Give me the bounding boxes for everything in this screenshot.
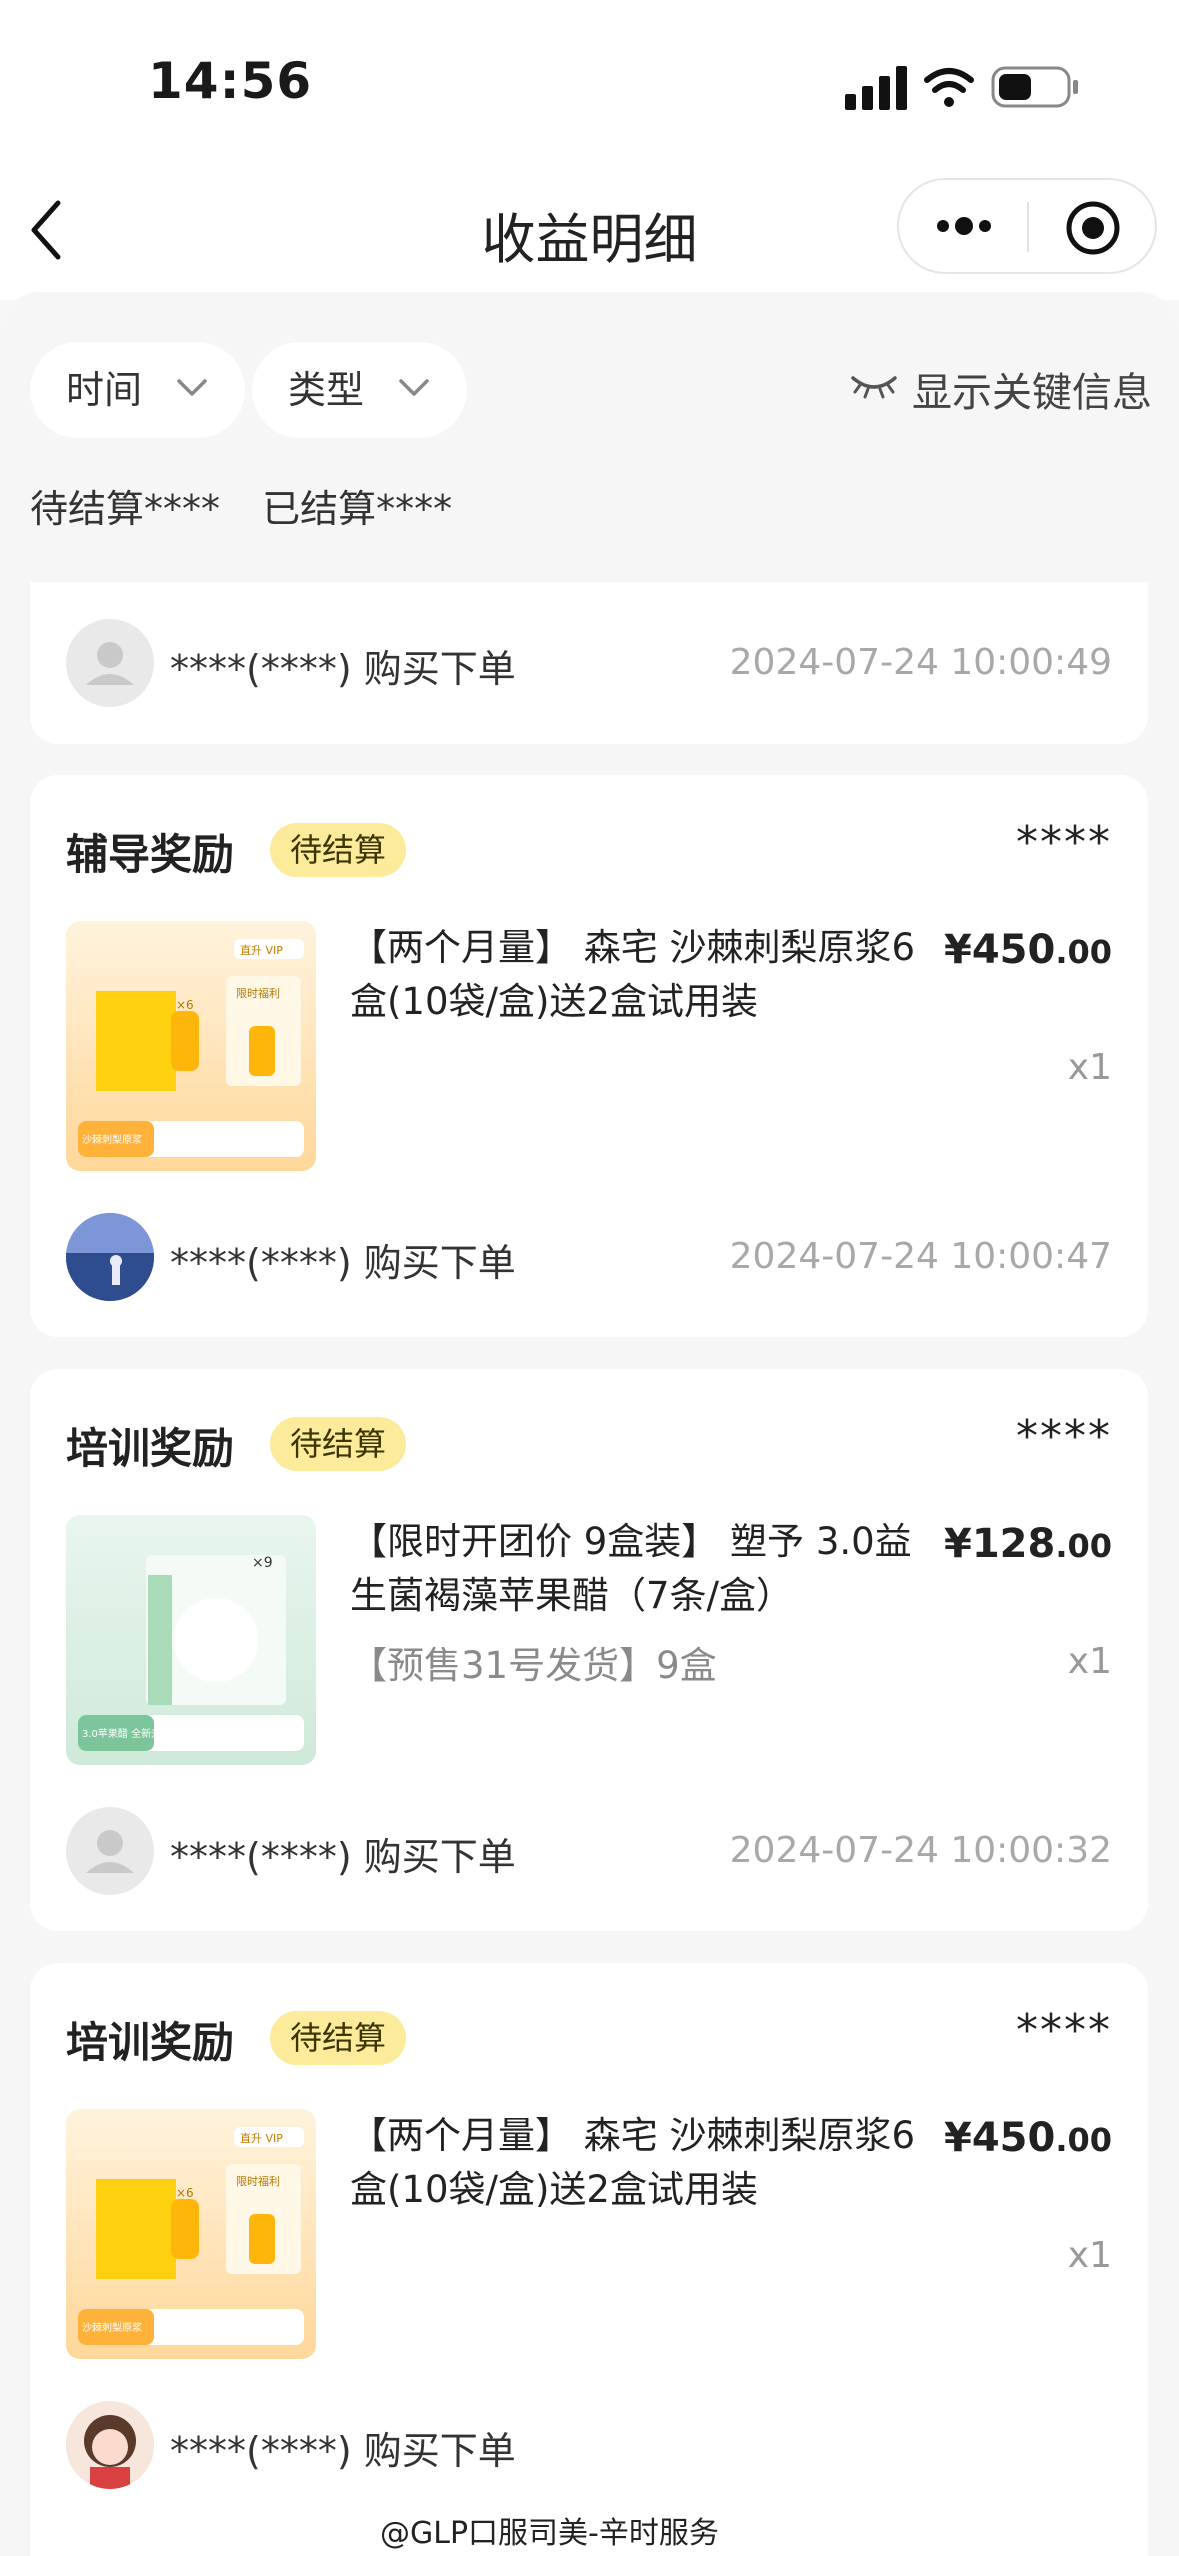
order-time: 2024-07-24 10:00:47 bbox=[729, 1236, 1112, 1277]
close-target-icon[interactable] bbox=[1065, 200, 1121, 256]
product-name: 【限时开团价 9盒装】 塑予 3.0益生菌褐藻苹果醋（7条/盒） bbox=[350, 1520, 912, 1617]
order-time: 2024-07-24 10:00:49 bbox=[729, 642, 1112, 683]
svg-text:×6: ×6 bbox=[176, 2186, 194, 2200]
reward-type: 培训奖励 bbox=[66, 2018, 235, 2067]
wifi-icon bbox=[924, 68, 974, 107]
user-photo bbox=[66, 1213, 154, 1301]
income-record-card[interactable]: ****(****) 购买下单 2024-07-24 10:00:49 bbox=[30, 582, 1148, 744]
type-filter-label: 类型 bbox=[288, 368, 365, 412]
product-image: 直升 VIP ×6 限时福利 沙棘刺梨原浆 bbox=[66, 921, 316, 1171]
svg-text:×6: ×6 bbox=[176, 998, 194, 1012]
buyer-label: ****(****) 购买下单 bbox=[170, 2429, 516, 2473]
status-badge: 待结算 bbox=[270, 2011, 407, 2065]
product-price: ¥450.00 bbox=[943, 2115, 1112, 2161]
svg-text:×9: ×9 bbox=[252, 1555, 273, 1571]
time-filter[interactable]: 时间 bbox=[30, 342, 245, 438]
product-image: 直升 VIP ×6 限时福利 沙棘刺梨原浆 bbox=[66, 2109, 316, 2359]
status-icons bbox=[845, 66, 1078, 110]
default-user-icon bbox=[86, 1830, 134, 1873]
reward-amount: **** bbox=[1016, 2005, 1112, 2056]
svg-text:直升 VIP: 直升 VIP bbox=[240, 943, 283, 957]
watermark: @GLP口服司美-辛时服务 bbox=[380, 2516, 719, 2551]
income-record-card[interactable]: 培训奖励 待结算 **** ×9 3.0苹果醋 全新升级 【限时开团价 9盒装】… bbox=[30, 1369, 1148, 1931]
reward-amount: **** bbox=[1016, 1411, 1112, 1462]
more-icon[interactable] bbox=[933, 208, 995, 244]
product-price: ¥450.00 bbox=[943, 927, 1112, 973]
reward-amount: **** bbox=[1016, 817, 1112, 868]
pending-total: 待结算**** bbox=[30, 487, 221, 531]
mini-program-capsule bbox=[897, 178, 1157, 274]
capsule-divider bbox=[1027, 202, 1029, 252]
buyer-label: ****(****) 购买下单 bbox=[170, 647, 516, 691]
svg-text:直升 VIP: 直升 VIP bbox=[240, 2131, 283, 2145]
svg-text:沙棘刺梨原浆: 沙棘刺梨原浆 bbox=[82, 1133, 142, 1146]
settled-total: 已结算**** bbox=[262, 487, 453, 531]
svg-text:限时福利: 限时福利 bbox=[236, 986, 280, 1000]
product-name: 【两个月量】 森宅 沙棘刺梨原浆6盒(10袋/盒)送2盒试用装 bbox=[350, 926, 916, 1023]
show-key-info-toggle[interactable]: 显示关键信息 bbox=[912, 360, 1152, 418]
status-time: 14:56 bbox=[148, 52, 313, 110]
product-qty: x1 bbox=[1067, 2235, 1112, 2276]
chevron-down-icon bbox=[177, 379, 207, 396]
reward-type: 辅导奖励 bbox=[66, 830, 235, 879]
svg-text:3.0苹果醋 全新升级: 3.0苹果醋 全新升级 bbox=[82, 1727, 171, 1740]
svg-text:沙棘刺梨原浆: 沙棘刺梨原浆 bbox=[82, 2321, 142, 2334]
avatar bbox=[66, 1807, 154, 1895]
income-record-card[interactable]: 培训奖励 待结算 **** 直升 VIP ×6 限时福利 沙棘刺梨原浆 【两个月… bbox=[30, 1963, 1148, 2556]
chevron-down-icon bbox=[399, 379, 429, 396]
user-photo bbox=[66, 2401, 154, 2489]
status-badge: 待结算 bbox=[270, 1417, 407, 1471]
battery-icon bbox=[991, 66, 1078, 108]
buyer-label: ****(****) 购买下单 bbox=[170, 1835, 516, 1879]
eye-closed-icon[interactable] bbox=[850, 370, 898, 400]
avatar bbox=[66, 2401, 154, 2489]
product-image: ×9 3.0苹果醋 全新升级 bbox=[66, 1515, 316, 1765]
time-filter-label: 时间 bbox=[66, 368, 143, 412]
signal-icon bbox=[845, 66, 907, 110]
settlement-summary: 待结算**** 已结算**** bbox=[30, 478, 482, 533]
avatar bbox=[66, 1213, 154, 1301]
buyer-label: ****(****) 购买下单 bbox=[170, 1241, 516, 1285]
income-record-card[interactable]: 辅导奖励 待结算 **** 直升 VIP ×6 限时福利 沙棘刺梨原浆 【两个月… bbox=[30, 775, 1148, 1337]
product-spec: 【预售31号发货】9盒 bbox=[350, 1644, 717, 1687]
avatar bbox=[66, 619, 154, 707]
reward-type: 培训奖励 bbox=[66, 1424, 235, 1473]
product-name: 【两个月量】 森宅 沙棘刺梨原浆6盒(10袋/盒)送2盒试用装 bbox=[350, 2114, 916, 2211]
default-user-icon bbox=[86, 642, 134, 685]
product-qty: x1 bbox=[1067, 1047, 1112, 1088]
svg-text:限时福利: 限时福利 bbox=[236, 2174, 280, 2188]
status-badge: 待结算 bbox=[270, 823, 407, 877]
type-filter[interactable]: 类型 bbox=[252, 342, 467, 438]
order-time: 2024-07-24 10:00:32 bbox=[729, 1830, 1112, 1871]
product-price: ¥128.00 bbox=[943, 1521, 1112, 1567]
product-qty: x1 bbox=[1067, 1641, 1112, 1682]
